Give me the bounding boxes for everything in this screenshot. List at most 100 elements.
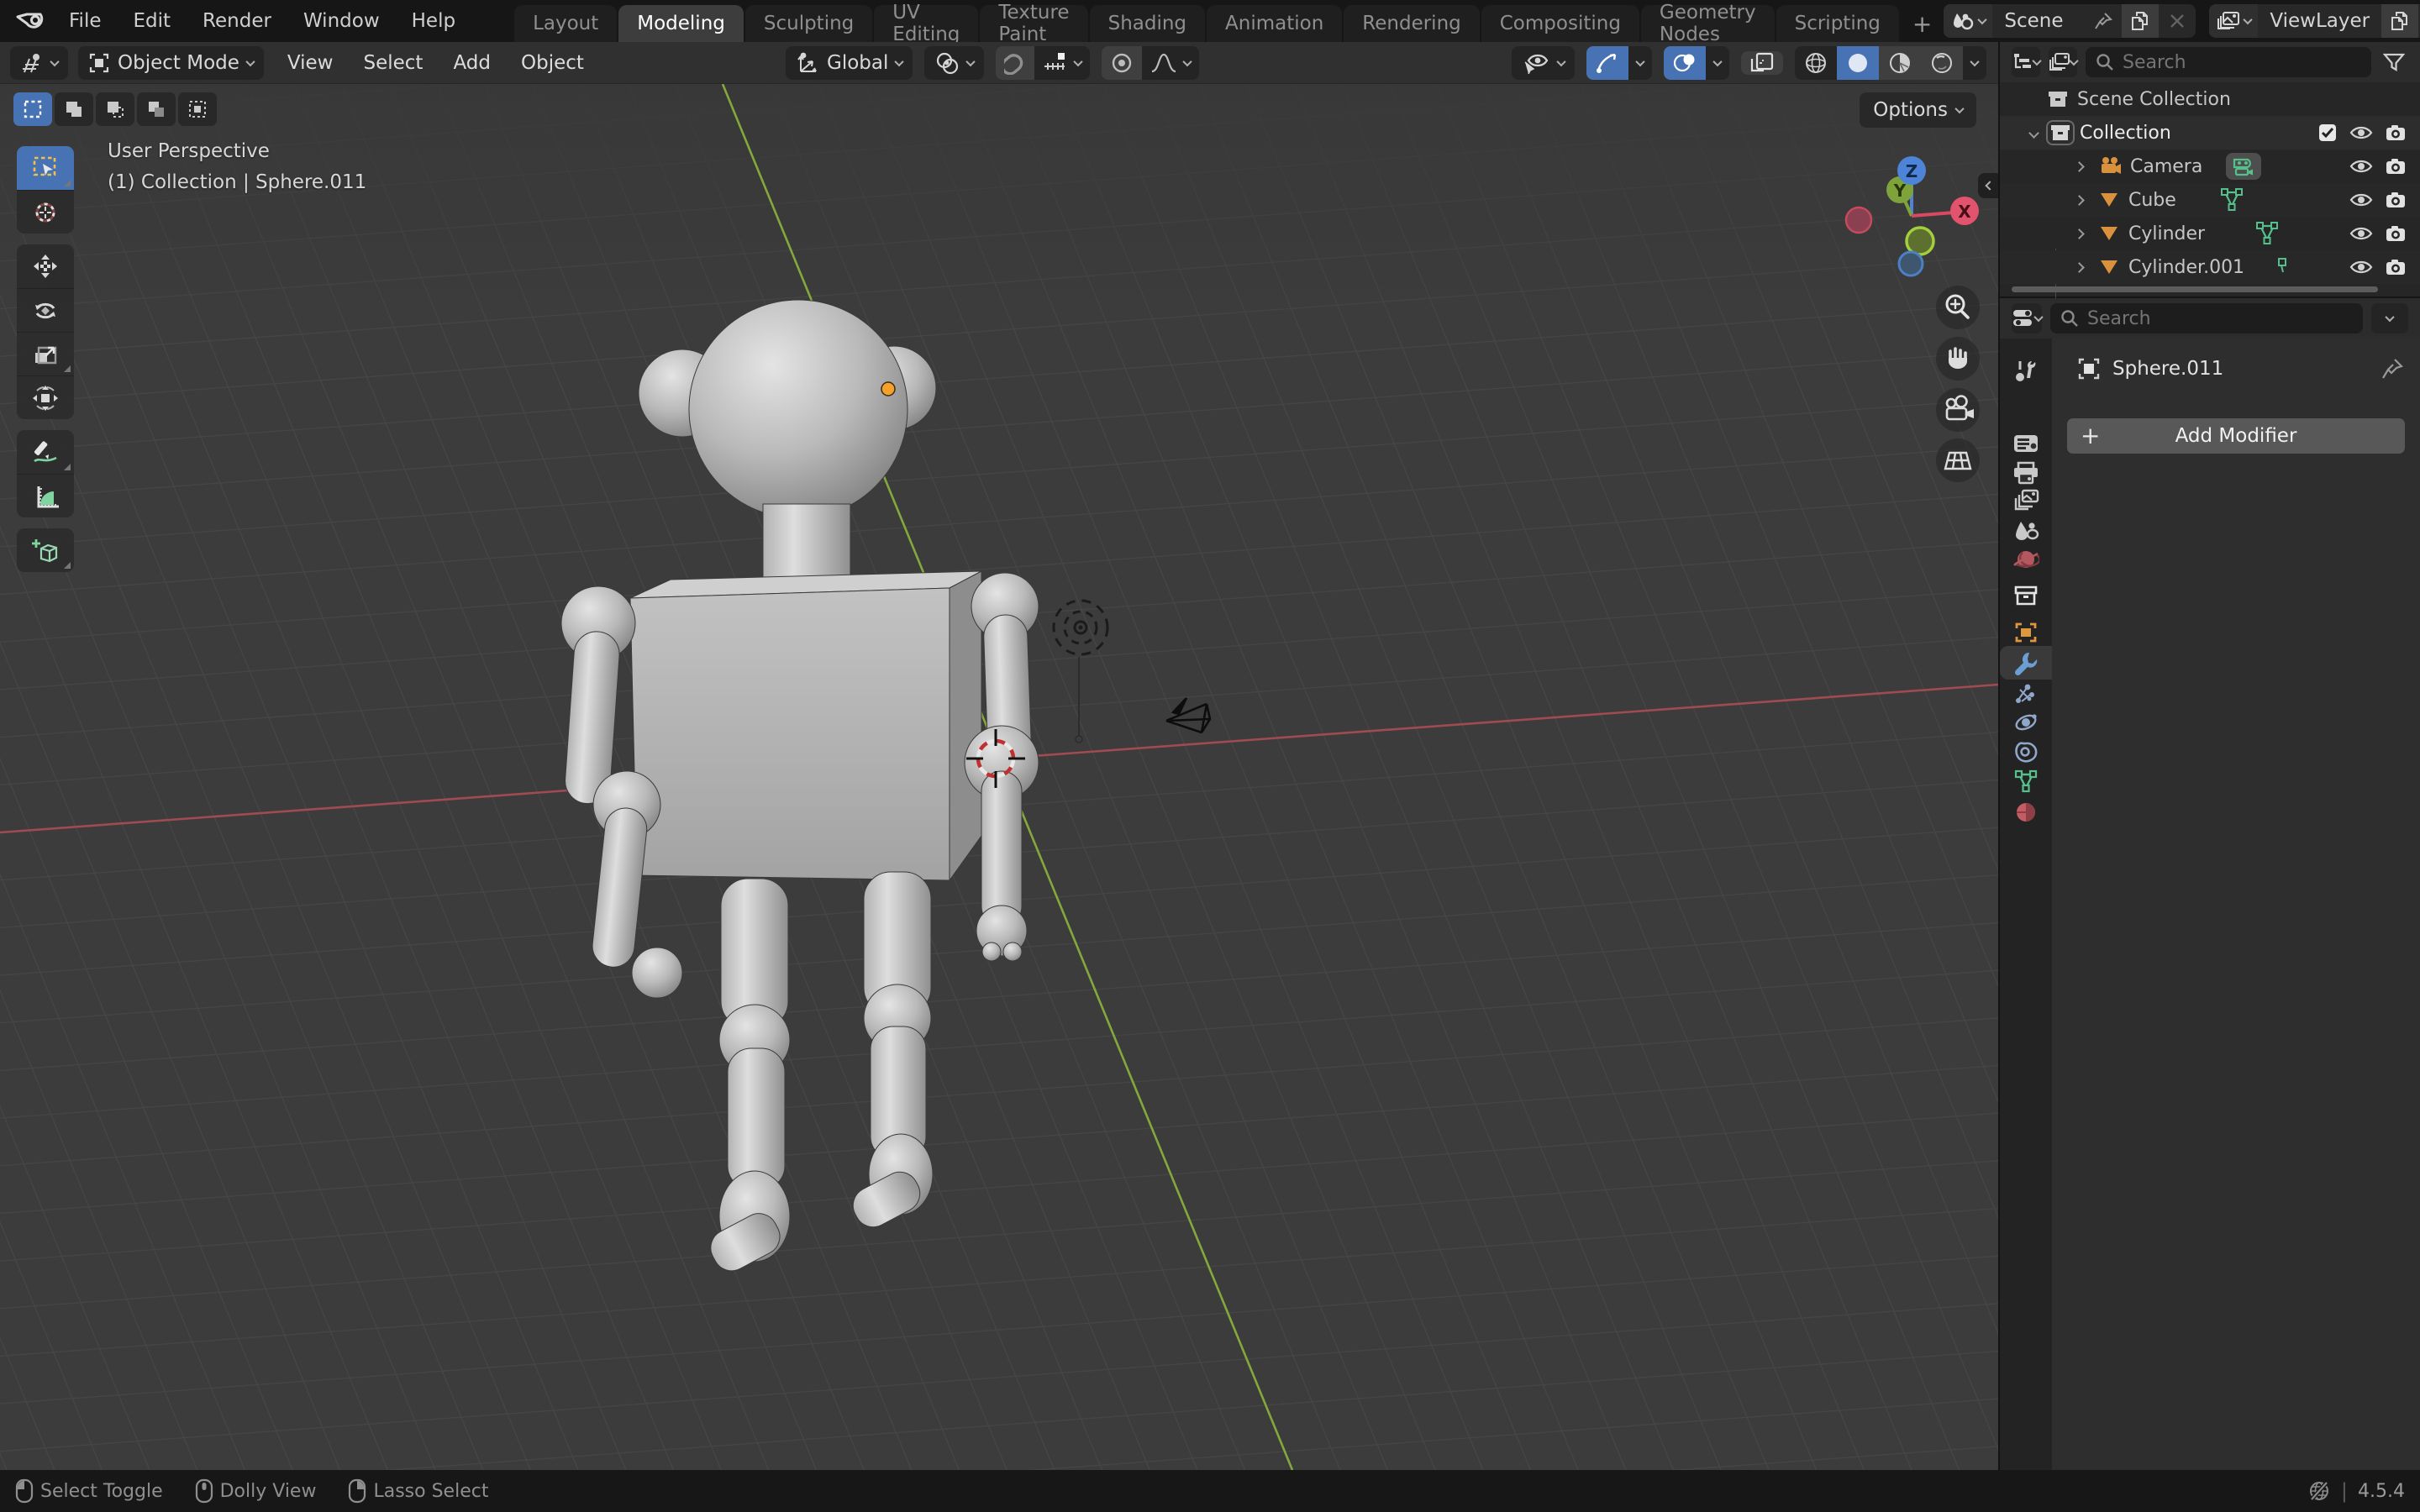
gizmo-dropdown[interactable] <box>1628 46 1652 80</box>
collection-expand-icon[interactable] <box>2028 128 2039 139</box>
viewlayer-browse-button[interactable] <box>2209 4 2258 38</box>
tool-annotate[interactable] <box>17 430 74 474</box>
add-modifier-button[interactable]: + Add Modifier <box>2067 418 2405 454</box>
viewport-canvas[interactable]: X Y Z <box>0 84 1998 1470</box>
viewlayer-name[interactable]: ViewLayer <box>2258 10 2381 32</box>
select-mode-invert[interactable] <box>137 92 176 126</box>
breadcrumb-object-name[interactable]: Sphere.011 <box>2112 358 2223 380</box>
transform-orientation-dropdown[interactable]: Global <box>786 46 913 80</box>
select-mode-extend[interactable] <box>55 92 93 126</box>
expand-icon[interactable] <box>2074 161 2085 172</box>
outliner-search-input[interactable] <box>2123 52 2361 73</box>
menu-object[interactable]: Object <box>509 47 596 79</box>
ortho-toggle-button[interactable] <box>1936 438 1980 482</box>
shading-wireframe-button[interactable] <box>1795 46 1837 80</box>
shading-solid-button[interactable] <box>1837 46 1879 80</box>
mode-dropdown[interactable]: Object Mode <box>78 46 264 80</box>
tab-geometry-nodes[interactable]: Geometry Nodes <box>1641 5 1775 42</box>
row-cylinder[interactable]: Cylinder <box>2000 217 2420 250</box>
editor-type-dropdown[interactable] <box>10 46 68 80</box>
proportional-editing-toggle[interactable] <box>1102 46 1142 80</box>
tab-tool[interactable] <box>2000 354 2052 387</box>
tab-layout[interactable]: Layout <box>514 5 617 42</box>
outliner-scrollbar[interactable] <box>2012 286 2378 292</box>
tab-rendering[interactable]: Rendering <box>1344 5 1479 42</box>
collection-checkbox[interactable] <box>2317 123 2338 143</box>
tab-compositing[interactable]: Compositing <box>1481 5 1639 42</box>
row-cylinder-001[interactable]: Cylinder.001 <box>2000 250 2420 284</box>
pan-button[interactable] <box>1936 337 1980 381</box>
expand-icon[interactable] <box>2074 195 2085 206</box>
tool-cursor[interactable] <box>17 190 74 234</box>
gizmo-neg-z-ball[interactable] <box>1899 252 1923 276</box>
camera-view-button[interactable] <box>1936 388 1980 432</box>
tab-modeling[interactable]: Modeling <box>618 5 744 42</box>
menu-edit[interactable]: Edit <box>120 5 185 37</box>
properties-search-input[interactable] <box>2087 308 2353 329</box>
tool-transform[interactable] <box>17 375 74 419</box>
menu-help[interactable]: Help <box>398 5 469 37</box>
outliner-search[interactable] <box>2086 47 2371 77</box>
render-camera-icon[interactable] <box>2385 157 2407 176</box>
tab-uv-editing[interactable]: UV Editing <box>874 5 978 42</box>
render-camera-icon[interactable] <box>2385 224 2407 243</box>
tab-shading[interactable]: Shading <box>1090 5 1205 42</box>
mesh-data-partial-icon[interactable] <box>2278 257 2286 277</box>
tab-scripting[interactable]: Scripting <box>1776 5 1899 42</box>
tab-texture-paint[interactable]: Texture Paint <box>980 5 1087 42</box>
tab-material[interactable] <box>2000 795 2052 829</box>
tab-object-data[interactable] <box>2000 764 2052 798</box>
hide-eye-icon[interactable] <box>2349 224 2373 243</box>
overlays-dropdown[interactable] <box>1706 46 1729 80</box>
menu-add[interactable]: Add <box>441 47 502 79</box>
tab-physics[interactable] <box>2000 706 2052 739</box>
row-cube[interactable]: Cube <box>2000 183 2420 217</box>
snap-target-dropdown[interactable] <box>1034 46 1090 80</box>
scene-name[interactable]: Scene <box>1992 10 2085 32</box>
zoom-button[interactable] <box>1936 286 1980 329</box>
mesh-data-icon[interactable] <box>2220 187 2244 213</box>
hide-eye-icon[interactable] <box>2349 123 2373 142</box>
shading-rendered-button[interactable] <box>1921 46 1963 80</box>
tab-sculpting[interactable]: Sculpting <box>745 5 872 42</box>
pivot-point-dropdown[interactable] <box>924 46 984 80</box>
expand-icon[interactable] <box>2074 228 2085 239</box>
menu-select[interactable]: Select <box>351 47 434 79</box>
outliner-editor-dropdown[interactable] <box>2012 47 2040 77</box>
properties-options-dropdown[interactable] <box>2371 303 2408 333</box>
tab-object[interactable] <box>2000 616 2052 649</box>
tool-add-cube[interactable] <box>17 528 74 572</box>
outliner-filter-button[interactable] <box>2380 47 2408 77</box>
select-mode-set[interactable] <box>13 92 52 126</box>
3d-viewport[interactable]: Object Mode View Select Add Object Globa… <box>0 42 1998 1470</box>
tool-measure[interactable] <box>17 474 74 517</box>
object-visibility-dropdown[interactable] <box>1512 46 1575 80</box>
scene-copy-button[interactable] <box>2122 4 2159 38</box>
xray-toggle[interactable] <box>1741 51 1783 75</box>
tab-view-layer[interactable] <box>2000 484 2052 517</box>
proportional-falloff-dropdown[interactable] <box>1142 46 1199 80</box>
tool-rotate[interactable] <box>17 288 74 332</box>
row-collection[interactable]: Collection <box>2000 116 2420 150</box>
viewlayer-copy-button[interactable] <box>2381 4 2418 38</box>
gizmo-neg-x-ball[interactable] <box>1846 207 1871 233</box>
tab-scene[interactable] <box>2000 513 2052 547</box>
gizmo-neg-y-ball[interactable] <box>1907 228 1933 255</box>
menu-window[interactable]: Window <box>290 5 393 37</box>
snap-magnet-toggle[interactable] <box>996 46 1034 80</box>
pin-icon[interactable] <box>2381 358 2403 380</box>
outliner-display-mode-dropdown[interactable] <box>2049 47 2077 77</box>
render-camera-icon[interactable] <box>2385 123 2407 142</box>
tool-move[interactable] <box>17 244 74 288</box>
tool-scale[interactable] <box>17 332 74 375</box>
hide-eye-icon[interactable] <box>2349 191 2373 209</box>
render-camera-icon[interactable] <box>2385 258 2407 276</box>
menu-file[interactable]: File <box>55 5 115 37</box>
show-gizmo-toggle[interactable] <box>1586 46 1628 80</box>
hide-eye-icon[interactable] <box>2349 258 2373 276</box>
shading-material-button[interactable] <box>1879 46 1921 80</box>
tool-box-select[interactable] <box>17 146 74 190</box>
expand-icon[interactable] <box>2074 262 2085 273</box>
scene-delete-button[interactable] <box>2159 4 2196 38</box>
mesh-data-icon[interactable] <box>2255 221 2279 246</box>
